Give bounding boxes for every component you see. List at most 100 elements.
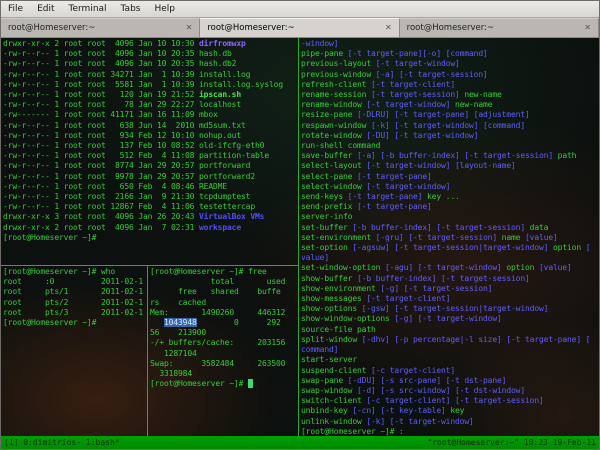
terminal-line: select-layout [-t target-window] [layout… [301,161,597,171]
terminal-text-segment: [root@Homeserver ~]# [3,318,101,328]
terminal-text-segment: 0 292 [196,318,281,328]
terminal-text-segment: select-layout [301,161,367,171]
terminal-text-segment: [-b buffer-index] [-t target-session] [352,222,526,232]
terminal-text-segment: -/+ buffers/cache: 203156 [150,338,286,348]
terminal-line: -rw-r--r-- 1 root root 650 Feb 4 08:46 R… [3,182,296,192]
terminal-text-segment: root pts/2 2011-02-1 [3,297,143,307]
terminal-text-segment: send-prefix [301,202,357,212]
terminal-text-segment: -rw-r--r-- 1 root root 4096 Jan 10 20:35… [3,59,237,69]
pane-tmux-commands[interactable]: -window] pipe-pane [-t target-pane][-o] [… [299,38,599,436]
terminal-text-segment: -rw-r--r-- 1 root root 137 Feb 10 08:52 … [3,141,265,151]
terminal-text-segment: drwxr-xr-x 2 root root 4096 Jan 7 02:31 [3,222,199,232]
terminal-text-segment: key [445,406,465,416]
terminal-text-segment: set-environment [301,232,376,242]
terminal-text-segment: workspace [199,222,241,232]
menu-item-terminal[interactable]: Terminal [62,3,114,15]
terminal-text-segment: select-pane [301,171,357,181]
tab-2[interactable]: root@Homeserver:~ ✕ [399,18,599,37]
terminal-text-segment: [-dDU] [-s src-pane] [-t dst-pane] [347,375,507,385]
tmux-panes: drwxr-xr-x 2 root root 4096 Jan 10 10:30… [1,38,599,436]
menu-item-file[interactable]: File [1,3,30,15]
terminal-text-segment: [-agu] [-t target-window] [385,263,502,273]
terminal-text-segment: set-option [301,243,353,253]
terminal-line: -rw-r--r-- 1 root root 9978 Jan 29 20:57… [3,172,296,182]
terminal-text-segment: 1043948 [164,318,197,328]
terminal-line: -rw-r--r-- 1 root root 34271 Jan 1 10:39… [3,70,296,80]
terminal-line: split-window [-dhv] [-p percentage|-l si… [301,335,597,345]
tab-close-icon[interactable]: ✕ [383,23,394,33]
tab-close-icon[interactable]: ✕ [582,23,593,33]
terminal-text-segment: option [548,243,586,253]
terminal-line: 3318984 [150,369,296,379]
terminal-line: total used [150,277,296,287]
terminal-text-segment: [root@Homeserver ~]# [3,232,101,242]
terminal-line: run-shell command [301,141,597,151]
terminal-text-segment [248,379,253,389]
terminal-text-segment: -rw-r--r-- 1 root root 512 Feb 4 11:08 p… [3,151,269,161]
terminal-text-segment: -rw-r--r-- 1 root root 4096 Jan 10 20:35… [3,49,232,59]
terminal-text-segment: [-DU] [-t target-window] [366,130,479,140]
terminal-text-segment: previous-layout [301,59,376,69]
terminal-text-segment: [-d] [-s src-window] [-t dst-window] [357,385,525,395]
terminal-text-segment: previous-window [301,69,376,79]
terminal-text-segment: ipscan.sh [199,90,241,100]
menu-item-help[interactable]: Help [147,3,182,15]
terminal-text-segment: [-t target-window] [366,100,451,110]
left-column: drwxr-xr-x 2 root root 4096 Jan 10 10:30… [1,38,299,436]
terminal-line: [root@Homeserver ~]# [3,233,296,243]
terminal-text-segment: [-dhv] [-p percentage|-l size] [-t targe… [361,334,591,344]
pane-who-output[interactable]: [root@Homeserver ~]# who root :0 2011-02-… [1,266,148,436]
terminal-text-segment: -rw-r--r-- 1 root root 34271 Jan 1 10:39… [3,69,251,79]
tab-bar: root@Homeserver:~ ✕ root@Homeserver:~ ✕ root… [1,18,599,38]
terminal-text-segment: send-keys [301,192,348,202]
terminal-line: save-buffer [-a] [-b buffer-index] [-t t… [301,151,597,161]
terminal-text-segment: [-a] [-t target-session] [375,69,488,79]
terminal-text-segment: [-gru] [-t target-session] [375,232,497,242]
terminal-text-segment: root :0 2011-02-1 [3,277,143,287]
terminal-line: drwxr-xr-x 2 root root 4096 Jan 10 10:30… [3,39,296,49]
terminal-text-segment: rename-window [301,100,367,110]
terminal-text-segment: show-buffer [301,273,357,283]
terminal-line: show-environment [-g] [-t target-session… [301,284,597,294]
terminal-text-segment: value] [301,253,329,263]
terminal-text-segment: [-t target-window] [366,181,451,191]
right-column: -window] pipe-pane [-t target-pane][-o] [… [299,38,599,436]
tab-0[interactable]: root@Homeserver:~ ✕ [1,18,201,37]
pane-free-output[interactable]: [root@Homeserver ~]# free total used fre… [148,266,298,436]
terminal-text-segment: set-buffer [301,222,353,232]
terminal-text-segment: 56 213900 [150,328,206,338]
terminal-text-segment: 1287104 [150,348,197,358]
terminal-text-segment: -rw-r--r-- 1 root root 9978 Jan 29 20:57… [3,171,255,181]
pane-file-listing[interactable]: drwxr-xr-x 2 root root 4096 Jan 10 10:30… [1,38,298,266]
terminal-text-segment: root pts/3 2011-02-1 [3,307,143,317]
tab-close-icon[interactable]: ✕ [184,23,195,33]
terminal-line: select-window [-t target-window] [301,182,597,192]
terminal-line: select-pane [-t target-pane] [301,172,597,182]
terminal-text-segment: -rw-r--r-- 1 root root 78 Jan 29 22:27 l… [3,100,241,110]
terminal-text-segment: new-name [450,100,493,110]
terminal-line: previous-window [-a] [-t target-session] [301,70,597,80]
terminal-line: rotate-window [-DU] [-t target-window] [301,131,597,141]
terminal-line: [root@Homeserver ~]# : [301,427,597,436]
terminal-text-segment: [value] [525,232,558,242]
terminal-text-segment: select-window [301,181,367,191]
terminal-text-segment: [root@Homeserver ~]# [150,379,248,389]
menu-item-tabs[interactable]: Tabs [114,3,148,15]
menu-bar: File Edit Terminal Tabs Help [1,1,599,18]
terminal-text-segment: new-name [459,90,502,100]
terminal-line: rs cached [150,298,296,308]
terminal-text-segment: rotate-window [301,130,367,140]
terminal-text-segment: -rw-r--r-- 1 root root 934 Feb 12 10:10 … [3,130,241,140]
terminal-text-segment: save-buffer [301,151,357,161]
terminal-line: -/+ buffers/cache: 203156 [150,338,296,348]
tmux-status-right: "root@Homeserver:~" 18:23 19-Feb-11 [427,438,596,447]
terminal-text-segment: resize-pane [301,110,357,120]
menu-item-edit[interactable]: Edit [30,3,61,15]
terminal-line: 56 213900 [150,328,296,338]
terminal-text-segment: [-k] [-t target-window] [366,416,474,426]
terminal-line: start-server [301,355,597,365]
terminal-line: -rw------- 1 root root 41171 Jan 16 11:0… [3,110,296,120]
tab-1[interactable]: root@Homeserver:~ ✕ [200,18,400,37]
terminal-text-segment: -rw-r--r-- 1 root root 638 Jun 14 2010 m… [3,120,246,130]
terminal-text-segment: [-g] [-t target-window] [394,314,502,324]
